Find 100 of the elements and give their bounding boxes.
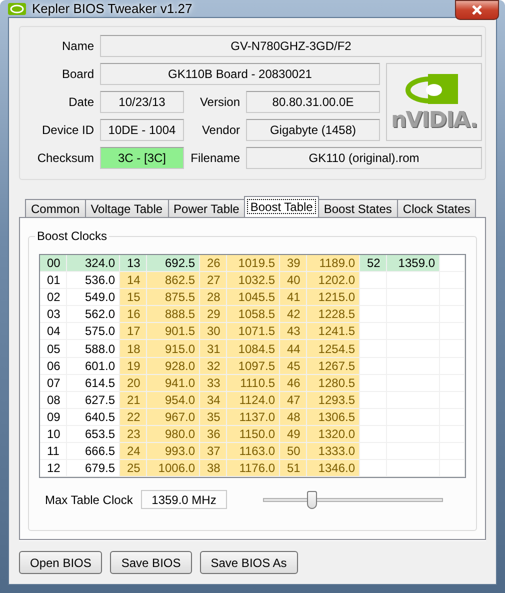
- clock-cell: 1320.0: [307, 426, 360, 444]
- clock-cell: 1215.0: [307, 289, 360, 306]
- index-cell: 19: [120, 358, 147, 375]
- clock-cell: 679.5: [67, 460, 120, 478]
- index-cell: 47: [280, 392, 307, 409]
- close-button[interactable]: [455, 0, 499, 20]
- index-cell: 28: [200, 289, 227, 306]
- index-cell: 45: [280, 358, 307, 375]
- clock-cell: 1306.5: [307, 408, 360, 426]
- clock-cell: 1293.5: [307, 392, 360, 409]
- index-cell: 12: [40, 460, 67, 478]
- index-cell: 51: [280, 460, 307, 478]
- clock-cell: 549.0: [67, 289, 120, 306]
- empty-cell: [440, 392, 465, 409]
- clock-cell: 1359.0: [387, 255, 440, 272]
- index-cell: 48: [280, 408, 307, 426]
- index-cell: 43: [280, 323, 307, 340]
- index-cell: 23: [120, 426, 147, 444]
- index-cell: 08: [40, 392, 67, 409]
- clock-cell: 562.0: [67, 306, 120, 324]
- action-button[interactable]: Save BIOS As: [200, 551, 298, 574]
- clock-cell: 324.0: [67, 255, 120, 272]
- field-label: Board: [62, 67, 94, 81]
- index-cell: 13: [120, 255, 147, 272]
- index-cell: 03: [40, 306, 67, 324]
- value-field: GV-N780GHZ-3GD/F2: [100, 35, 482, 57]
- clock-cell: 1137.0: [227, 408, 280, 426]
- index-cell: 18: [120, 340, 147, 358]
- clock-cell: 575.0: [67, 323, 120, 340]
- index-cell: 25: [120, 460, 147, 478]
- app-icon: [8, 2, 26, 14]
- index-cell: 07: [40, 374, 67, 392]
- clock-cell: 1254.5: [307, 340, 360, 358]
- clock-cell: 1202.0: [307, 272, 360, 290]
- tab[interactable]: Power Table: [168, 199, 246, 217]
- tab[interactable]: Boost Table: [244, 196, 319, 217]
- max-clock-label: Max Table Clock: [45, 492, 134, 507]
- index-cell: 10: [40, 426, 67, 444]
- window-title: Kepler BIOS Tweaker v1.27: [32, 1, 192, 16]
- clock-cell: 640.5: [67, 408, 120, 426]
- empty-cell: [440, 340, 465, 358]
- index-cell: 01: [40, 272, 67, 290]
- index-cell: 09: [40, 408, 67, 426]
- index-cell: 20: [120, 374, 147, 392]
- index-cell: 34: [200, 392, 227, 409]
- index-cell: 30: [200, 323, 227, 340]
- index-cell: 14: [120, 272, 147, 290]
- clock-cell: 1346.0: [307, 460, 360, 478]
- empty-cell: [387, 460, 440, 478]
- empty-cell: [440, 443, 465, 460]
- field-label: Date: [68, 95, 94, 109]
- clock-cell: 1150.0: [227, 426, 280, 444]
- clock-cell: 601.0: [67, 358, 120, 375]
- tab[interactable]: Common: [25, 199, 86, 217]
- tab[interactable]: Clock States: [396, 199, 476, 217]
- clock-cell: 941.0: [147, 374, 200, 392]
- empty-cell: [440, 272, 465, 290]
- field-label: Name: [62, 39, 94, 53]
- value-field: 10/23/13: [100, 91, 184, 113]
- clock-cell: 1058.5: [227, 306, 280, 324]
- tab[interactable]: Voltage Table: [84, 199, 169, 217]
- clock-cell: 1189.0: [307, 255, 360, 272]
- index-cell: 44: [280, 340, 307, 358]
- empty-cell: [440, 289, 465, 306]
- clock-cell: 1110.5: [227, 374, 280, 392]
- value-field: 3C - [3C]: [100, 147, 184, 169]
- clock-cell: 1176.0: [227, 460, 280, 478]
- clock-cell: 614.5: [67, 374, 120, 392]
- clock-cell: 588.0: [67, 340, 120, 358]
- clock-cell: 1228.5: [307, 306, 360, 324]
- clock-cell: 1084.5: [227, 340, 280, 358]
- index-cell: 31: [200, 340, 227, 358]
- index-cell: 50: [280, 443, 307, 460]
- clock-cell: 875.5: [147, 289, 200, 306]
- clock-cell: 666.5: [67, 443, 120, 460]
- field-label: Device ID: [42, 123, 94, 137]
- clock-cell: 888.5: [147, 306, 200, 324]
- empty-cell: [387, 272, 440, 290]
- index-cell: 11: [40, 443, 67, 460]
- index-cell: 36: [200, 426, 227, 444]
- action-button[interactable]: Open BIOS: [19, 551, 102, 574]
- clock-cell: 1019.5: [227, 255, 280, 272]
- field-label: Version: [200, 95, 240, 109]
- index-cell: 38: [200, 460, 227, 478]
- clock-cell: 915.0: [147, 340, 200, 358]
- index-cell: 46: [280, 374, 307, 392]
- tab[interactable]: Boost States: [318, 199, 398, 217]
- empty-cell: [440, 306, 465, 324]
- empty-cell: [440, 323, 465, 340]
- action-button[interactable]: Save BIOS: [110, 551, 192, 574]
- index-cell: 27: [200, 272, 227, 290]
- index-cell: 16: [120, 306, 147, 324]
- clock-cell: 1006.0: [147, 460, 200, 478]
- empty-cell: [440, 358, 465, 375]
- clock-cell: 1163.0: [227, 443, 280, 460]
- index-cell: 35: [200, 408, 227, 426]
- close-icon: [471, 5, 483, 15]
- index-cell: 21: [120, 392, 147, 409]
- slider-thumb[interactable]: [307, 490, 318, 509]
- index-cell: 33: [200, 374, 227, 392]
